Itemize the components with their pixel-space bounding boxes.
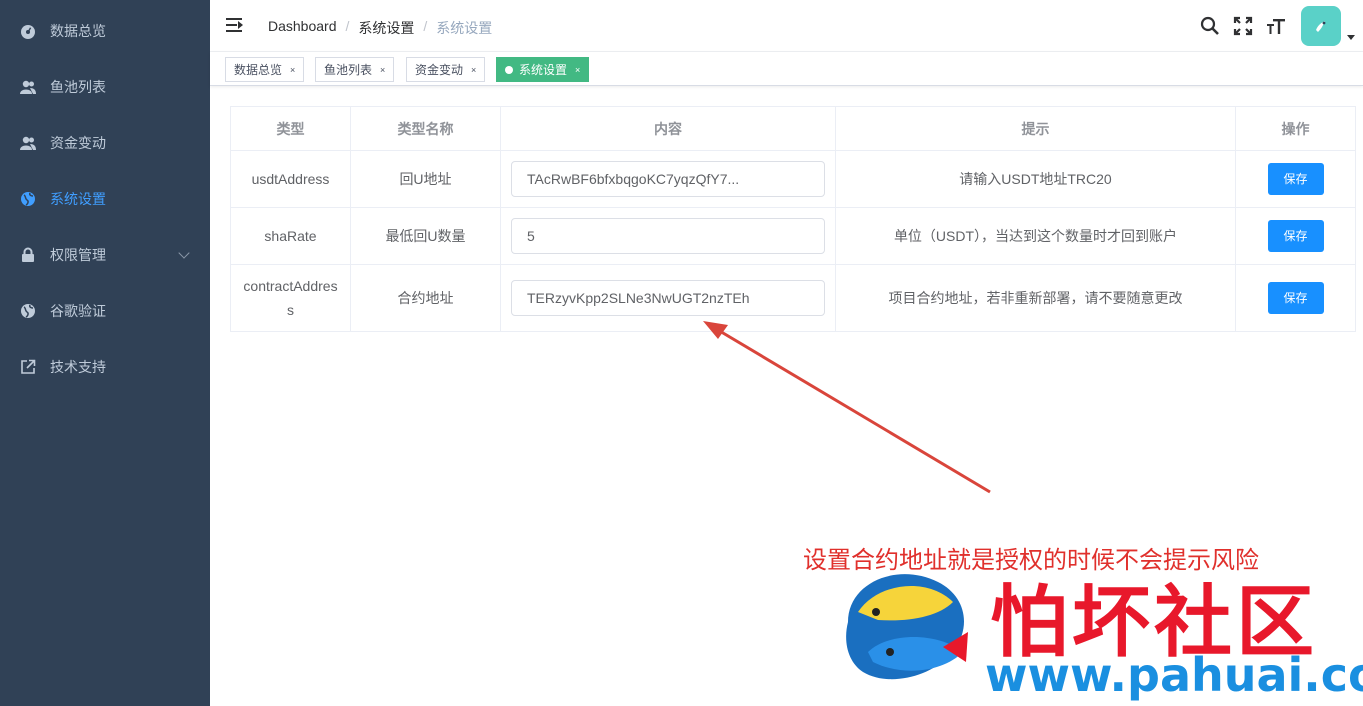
fish-logo-icon <box>846 574 968 680</box>
watermark-url: www.pahuai.com <box>985 648 1363 702</box>
